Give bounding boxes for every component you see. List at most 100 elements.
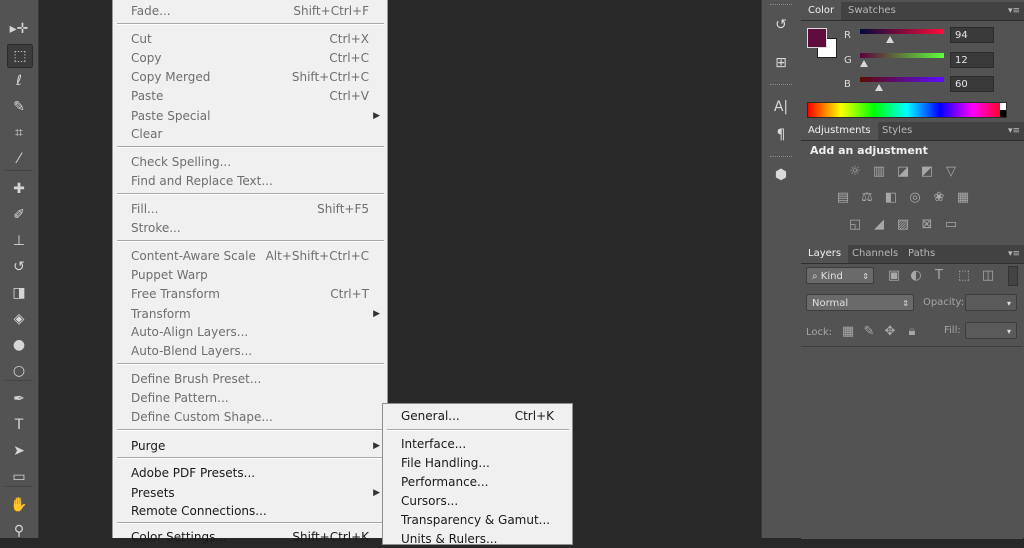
pref-item-cursors[interactable]: Cursors... [401,492,554,510]
pref-item-transparency-gamut[interactable]: Transparency & Gamut... [401,511,554,529]
properties-icon[interactable]: ⊞ [770,52,792,74]
color-lookup-icon[interactable]: ▦ [955,191,971,205]
tab-styles[interactable]: Styles [875,122,919,140]
character-icon[interactable]: A| [770,96,792,118]
black-white-icon[interactable]: ◧ [883,191,899,205]
dodge-tool-icon[interactable]: ○ [7,360,31,382]
lock-all-icon[interactable]: 🔒︎ [904,325,920,339]
menu-item-find-and-replace-text[interactable]: Find and Replace Text... [131,172,369,190]
color-spectrum-bar[interactable] [807,102,1007,118]
history-brush-tool-icon[interactable]: ↺ [7,256,31,278]
menu-item-define-pattern[interactable]: Define Pattern... [131,389,369,407]
threshold-icon[interactable]: ▨ [895,218,911,232]
menu-item-puppet-warp[interactable]: Puppet Warp [131,266,369,284]
panel-menu-icon[interactable]: ▾≡ [1008,6,1020,16]
menu-item-adobe-pdf-presets[interactable]: Adobe PDF Presets... [131,464,369,482]
fill-field[interactable]: ▾ [965,322,1017,339]
tab-swatches[interactable]: Swatches [841,2,903,20]
filter-toggle[interactable] [1008,266,1018,286]
menu-item-remote-connections[interactable]: Remote Connections... [131,502,369,520]
menu-item-cut[interactable]: Cut Ctrl+X [131,30,369,48]
brightness-contrast-icon[interactable]: ☼ [847,165,863,179]
menu-item-fill[interactable]: Fill... Shift+F5 [131,200,369,218]
tab-adjustments[interactable]: Adjustments [801,122,878,140]
menu-item-define-custom-shape[interactable]: Define Custom Shape... [131,408,369,426]
levels-icon[interactable]: ▥ [871,165,887,179]
type-tool-icon[interactable]: T [7,414,31,436]
foreground-color-swatch[interactable] [807,28,827,48]
menu-item-content-aware-scale[interactable]: Content-Aware Scale Alt+Shift+Ctrl+C [131,247,369,265]
smart-object-filter-icon[interactable]: ◫ [980,269,996,283]
marquee-tool-icon[interactable]: ⬚ [7,44,33,68]
pref-item-file-handling[interactable]: File Handling... [401,454,554,472]
menu-item-presets[interactable]: Presets ▶ [131,484,380,502]
dock-grip-3[interactable] [770,156,792,160]
menu-item-stroke[interactable]: Stroke... [131,219,369,237]
menu-item-check-spelling[interactable]: Check Spelling... [131,153,369,171]
eyedropper-tool-icon[interactable]: ⁄ [7,148,31,170]
adjustment-filter-icon[interactable]: ◐ [908,269,924,283]
tab-channels[interactable]: Channels [845,245,905,263]
zoom-tool-icon[interactable]: ⚲ [7,520,31,542]
panel-menu-icon[interactable]: ▾≡ [1008,249,1020,259]
crop-tool-icon[interactable]: ⌗ [7,122,31,144]
posterize-icon[interactable]: ◢ [871,218,887,232]
menu-item-copy-merged[interactable]: Copy Merged Shift+Ctrl+C [131,68,369,86]
g-value-field[interactable]: 12 [950,52,994,68]
shape-filter-icon[interactable]: ⬚ [956,269,972,283]
menu-item-purge[interactable]: Purge ▶ [131,437,380,455]
menu-item-color-settings[interactable]: Color Settings... Shift+Ctrl+K [131,528,369,546]
history-icon[interactable]: ↺ [770,14,792,36]
3d-icon[interactable]: ⬢ [770,164,792,186]
curves-icon[interactable]: ◪ [895,165,911,179]
lock-image-icon[interactable]: ✎ [861,325,877,339]
pref-item-interface[interactable]: Interface... [401,435,554,453]
pref-item-general[interactable]: General... Ctrl+K [401,407,554,425]
hue-saturation-icon[interactable]: ▤ [835,191,851,205]
menu-item-paste[interactable]: Paste Ctrl+V [131,87,369,105]
g-slider-thumb[interactable] [860,60,868,67]
pixel-filter-icon[interactable]: ▣ [886,269,902,283]
menu-item-auto-blend-layers[interactable]: Auto-Blend Layers... [131,342,369,360]
selective-color-icon[interactable]: ⊠ [919,218,935,232]
pen-tool-icon[interactable]: ✒ [7,388,31,410]
gradient-map-icon[interactable]: ▭ [943,218,959,232]
pref-item-performance[interactable]: Performance... [401,473,554,491]
dock-grip-2[interactable] [770,84,792,88]
invert-icon[interactable]: ◱ [847,218,863,232]
quick-selection-tool-icon[interactable]: ✎ [7,96,31,118]
tab-layers[interactable]: Layers [801,245,849,263]
menu-item-copy[interactable]: Copy Ctrl+C [131,49,369,67]
brush-tool-icon[interactable]: ✐ [7,204,31,226]
blur-tool-icon[interactable]: ● [7,334,31,356]
move-tool-icon[interactable]: ▸✛ [7,18,31,40]
clone-stamp-tool-icon[interactable]: ⊥ [7,230,31,252]
menu-item-auto-align-layers[interactable]: Auto-Align Layers... [131,323,369,341]
menu-item-paste-special[interactable]: Paste Special ▶ [131,107,380,125]
layer-filter-kind-select[interactable]: ⌕ Kind ⇕ [806,267,874,284]
rectangle-tool-icon[interactable]: ▭ [7,466,31,488]
r-value-field[interactable]: 94 [950,27,994,43]
channel-mixer-icon[interactable]: ❀ [931,191,947,205]
vibrance-icon[interactable]: ▽ [943,165,959,179]
menu-item-fade[interactable]: Fade... Shift+Ctrl+F [131,2,369,20]
g-slider[interactable] [860,53,944,58]
type-filter-icon[interactable]: T [931,269,947,283]
r-slider[interactable] [860,29,944,34]
lock-transparent-icon[interactable]: ▦ [840,325,856,339]
panel-menu-icon[interactable]: ▾≡ [1008,126,1020,136]
lasso-tool-icon[interactable]: ℓ [7,70,31,92]
healing-brush-tool-icon[interactable]: ✚ [7,178,31,200]
photo-filter-icon[interactable]: ◎ [907,191,923,205]
menu-item-clear[interactable]: Clear [131,125,369,143]
b-value-field[interactable]: 60 [950,76,994,92]
b-slider[interactable] [860,77,944,82]
hand-tool-icon[interactable]: ✋ [7,494,31,516]
layers-list[interactable] [801,346,1023,539]
b-slider-thumb[interactable] [875,84,883,91]
menu-item-define-brush-preset[interactable]: Define Brush Preset... [131,370,369,388]
tab-color[interactable]: Color [801,2,842,20]
color-balance-icon[interactable]: ⚖ [859,191,875,205]
menu-item-transform[interactable]: Transform ▶ [131,305,380,323]
paragraph-icon[interactable]: ¶ [770,124,792,146]
